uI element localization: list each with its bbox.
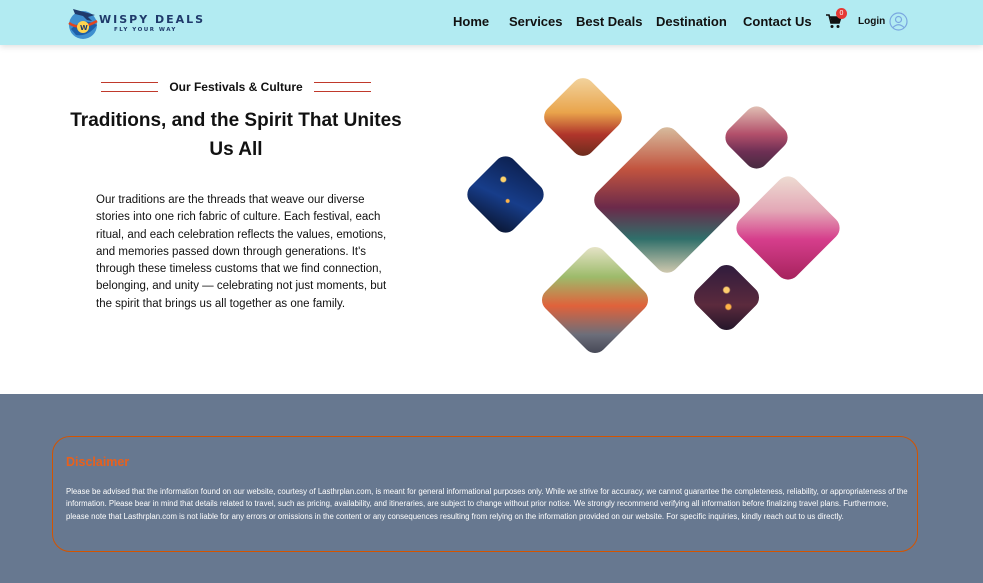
eyebrow-right-divider <box>314 82 371 92</box>
brand-name: WISPY DEALS <box>99 13 206 26</box>
nav-contact-us[interactable]: Contact Us <box>743 14 812 29</box>
disclaimer-text: Please be advised that the information f… <box>66 487 908 521</box>
photo-pink-saree-procession[interactable] <box>731 171 845 285</box>
nav-services[interactable]: Services <box>509 14 563 29</box>
footer-section: Disclaimer Please be advised that the in… <box>0 394 983 583</box>
cart-count-badge: 0 <box>836 8 847 19</box>
disclaimer-title: Disclaimer <box>66 455 130 469</box>
photo-folk-dancers-center[interactable] <box>589 122 745 278</box>
nav-best-deals[interactable]: Best Deals <box>576 14 642 29</box>
logo-globe-icon: W <box>68 9 98 39</box>
nav-destination[interactable]: Destination <box>656 14 727 29</box>
nav-home[interactable]: Home <box>453 14 489 29</box>
photo-painted-elephant[interactable] <box>537 242 653 358</box>
section-body: Our traditions are the threads that weav… <box>96 194 387 310</box>
photo-ganges-night-lamps[interactable] <box>462 151 549 238</box>
brand-tagline: FLY YOUR WAY <box>114 27 177 33</box>
section-eyebrow: Our Festivals & Culture <box>101 80 371 94</box>
top-navbar: W WISPY DEALS FLY YOUR WAY Home Services… <box>0 0 983 45</box>
disclaimer-card: Disclaimer Please be advised that the in… <box>52 436 918 552</box>
section-title: Traditions, and the Spirit That Unites U… <box>70 110 402 160</box>
photo-rajasthani-dancers[interactable] <box>539 73 627 161</box>
user-avatar-icon[interactable] <box>889 12 908 31</box>
svg-text:W: W <box>80 24 88 32</box>
photo-sky-lanterns[interactable] <box>689 260 764 335</box>
festival-photo-gallery <box>460 70 860 370</box>
login-link[interactable]: Login <box>858 16 885 27</box>
photo-desert-musicians[interactable] <box>720 101 793 174</box>
brand-logo[interactable]: W WISPY DEALS FLY YOUR WAY <box>66 3 206 43</box>
